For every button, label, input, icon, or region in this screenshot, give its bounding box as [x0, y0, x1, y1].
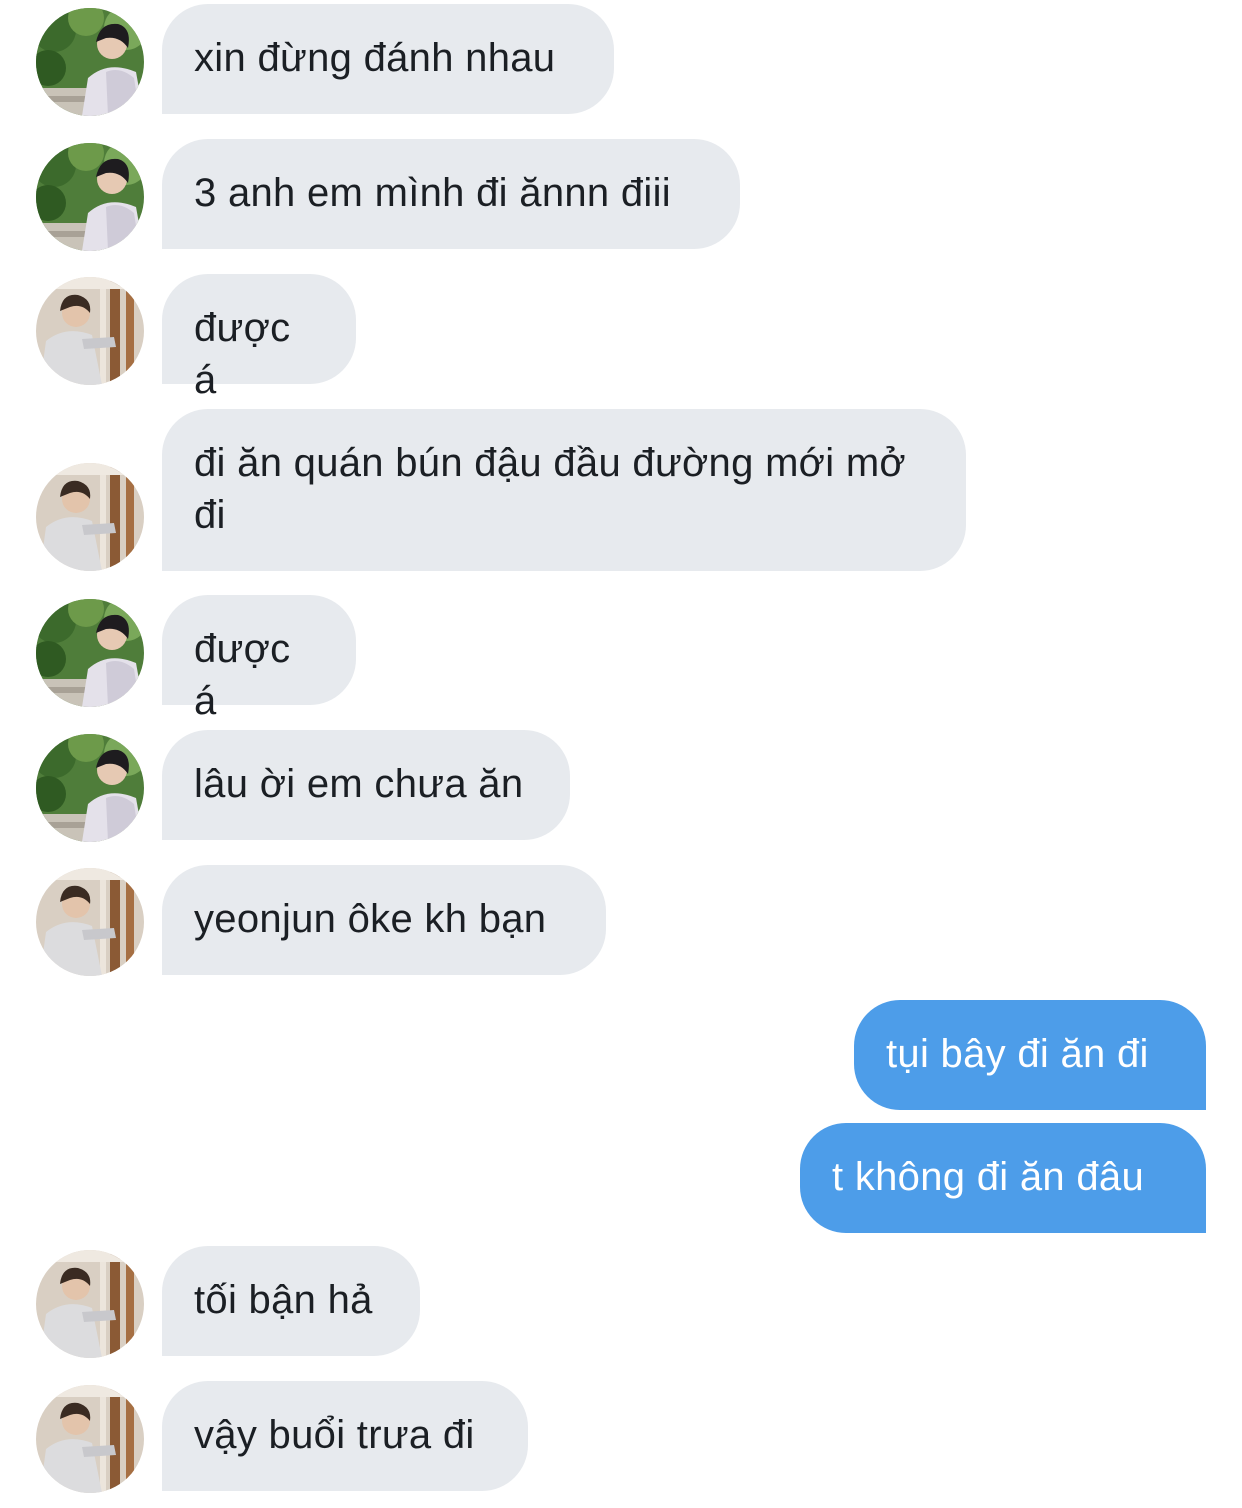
message-text: tụi bây đi ăn đi	[886, 1032, 1149, 1076]
contact-avatar[interactable]	[36, 868, 144, 976]
message-text: xin đừng đánh nhau	[194, 36, 556, 80]
message-text: tối bận hả	[194, 1278, 373, 1322]
incoming-message-bubble[interactable]: xin đừng đánh nhau	[162, 4, 614, 114]
contact-avatar[interactable]	[36, 463, 144, 571]
contact-avatar[interactable]	[36, 599, 144, 707]
message-text: đi ăn quán bún đậu đầu đường mới mở đi	[194, 441, 906, 537]
incoming-message-bubble[interactable]: đi ăn quán bún đậu đầu đường mới mở đi	[162, 409, 966, 571]
incoming-message-bubble[interactable]: tối bận hả	[162, 1246, 420, 1356]
contact-avatar[interactable]	[36, 277, 144, 385]
outgoing-message-bubble[interactable]: tụi bây đi ăn đi	[854, 1000, 1206, 1110]
contact-avatar[interactable]	[36, 734, 144, 842]
message-text: được á	[194, 627, 291, 723]
message-text: 3 anh em mình đi ănnn điii	[194, 171, 671, 215]
conversation-thread[interactable]: xin đừng đánh nhau 3 anh em mình đi ănnn…	[0, 0, 1242, 1508]
contact-avatar[interactable]	[36, 1250, 144, 1358]
incoming-message-bubble[interactable]: 3 anh em mình đi ănnn điii	[162, 139, 740, 249]
incoming-message-bubble[interactable]: yeonjun ôke kh bạn	[162, 865, 606, 975]
contact-avatar[interactable]	[36, 143, 144, 251]
outgoing-message-bubble[interactable]: t không đi ăn đâu	[800, 1123, 1206, 1233]
contact-avatar[interactable]	[36, 8, 144, 116]
message-text: lâu ời em chưa ăn	[194, 762, 524, 806]
message-text: t không đi ăn đâu	[832, 1155, 1145, 1199]
contact-avatar[interactable]	[36, 1385, 144, 1493]
message-text: được á	[194, 306, 291, 402]
message-text: vậy buổi trưa đi	[194, 1413, 475, 1457]
incoming-message-bubble[interactable]: được á	[162, 274, 356, 402]
incoming-message-bubble[interactable]: được á	[162, 595, 356, 723]
incoming-message-bubble[interactable]: vậy buổi trưa đi	[162, 1381, 528, 1491]
incoming-message-bubble[interactable]: lâu ời em chưa ăn	[162, 730, 570, 840]
message-text: yeonjun ôke kh bạn	[194, 897, 547, 941]
